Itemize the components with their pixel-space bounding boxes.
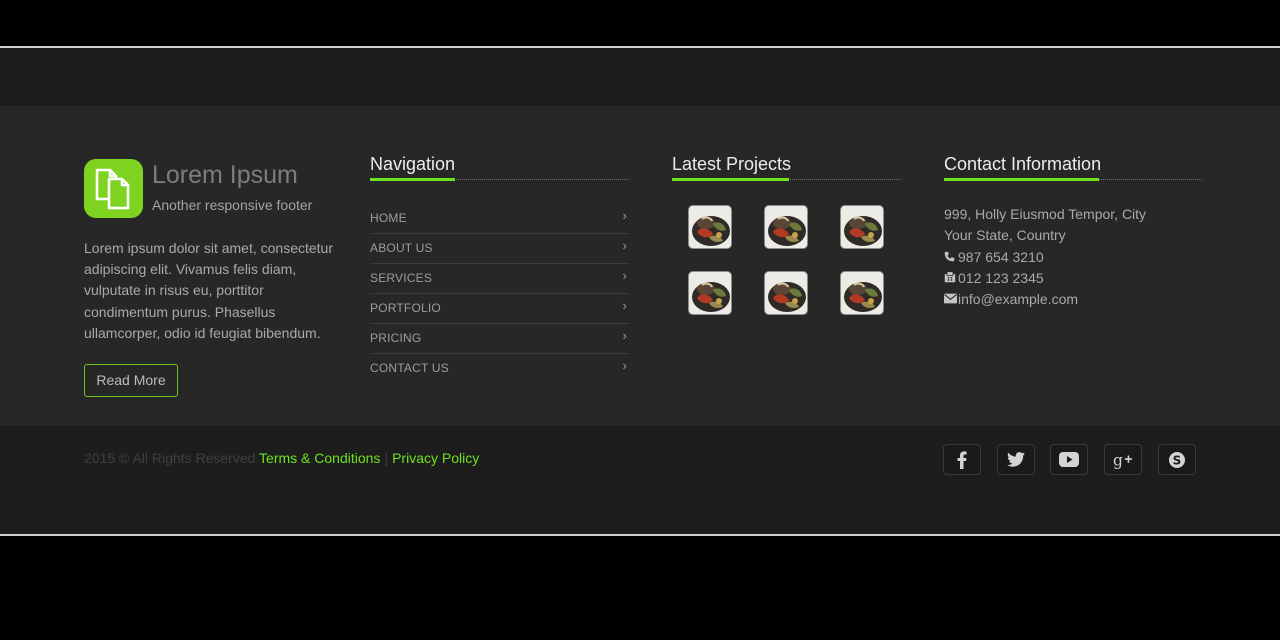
google-plus-icon: g	[1113, 451, 1133, 469]
link-separator: |	[384, 450, 389, 466]
nav-item-portfolio[interactable]: PORTFOLIO ›	[370, 294, 629, 324]
privacy-link[interactable]: Privacy Policy	[392, 450, 479, 466]
skype-button[interactable]: S	[1158, 444, 1196, 475]
chevron-right-icon: ›	[622, 238, 627, 253]
project-thumbnail[interactable]	[764, 271, 808, 315]
top-band	[0, 46, 1280, 108]
nav-item-label: HOME	[370, 211, 407, 225]
chevron-right-icon: ›	[622, 358, 627, 373]
email-line: info@example.com	[944, 289, 1204, 310]
chevron-right-icon: ›	[622, 328, 627, 343]
facebook-button[interactable]	[943, 444, 981, 475]
nav-item-label: PRICING	[370, 331, 422, 345]
nav-item-label: SERVICES	[370, 271, 433, 285]
address-line: 999, Holly Eiusmod Tempor, City	[944, 206, 1147, 222]
youtube-button[interactable]	[1050, 444, 1088, 475]
chevron-right-icon: ›	[622, 268, 627, 283]
files-icon	[84, 159, 143, 218]
heading-accent	[944, 178, 1099, 181]
brand-subtitle: Another responsive footer	[152, 197, 313, 213]
fax-line: 012 123 2345	[944, 268, 1204, 289]
read-more-button[interactable]: Read More	[84, 364, 178, 397]
heading-accent	[672, 178, 789, 181]
phone-number: 987 654 3210	[958, 248, 1044, 265]
brand-title: Lorem Ipsum	[152, 161, 298, 189]
footer-main: Lorem Ipsum Another responsive footer Lo…	[0, 106, 1280, 426]
nav-item-contact-us[interactable]: CONTACT US ›	[370, 354, 629, 383]
project-thumbnail[interactable]	[688, 205, 732, 249]
nav-list: HOME › ABOUT US › SERVICES › PORTFOLIO ›…	[370, 204, 629, 383]
project-thumbnail[interactable]	[840, 271, 884, 315]
nav-item-label: ABOUT US	[370, 241, 433, 255]
svg-text:S: S	[1173, 453, 1182, 467]
copyright: 2015 © All Rights Reserved Terms & Condi…	[84, 450, 479, 466]
chevron-right-icon: ›	[622, 208, 627, 223]
contact-info: 999, Holly Eiusmod Tempor, City Your Sta…	[944, 204, 1204, 310]
fax-icon	[944, 268, 958, 289]
footer-bottom: 2015 © All Rights Reserved Terms & Condi…	[0, 426, 1280, 536]
project-thumbnail[interactable]	[840, 205, 884, 249]
terms-link[interactable]: Terms & Conditions	[259, 450, 380, 466]
google-plus-button[interactable]: g	[1104, 444, 1142, 475]
nav-item-about-us[interactable]: ABOUT US ›	[370, 234, 629, 264]
address-line: Your State, Country	[944, 227, 1066, 244]
facebook-icon	[957, 450, 967, 469]
nav-item-home[interactable]: HOME ›	[370, 204, 629, 234]
twitter-icon	[1007, 452, 1025, 467]
project-thumbnail[interactable]	[688, 271, 732, 315]
svg-text:g: g	[1113, 451, 1123, 469]
youtube-icon	[1059, 452, 1079, 467]
phone-icon	[944, 247, 958, 268]
chevron-right-icon: ›	[622, 298, 627, 313]
twitter-button[interactable]	[997, 444, 1035, 475]
skype-icon: S	[1169, 451, 1185, 468]
about-text: Lorem ipsum dolor sit amet, consectetur …	[84, 240, 333, 341]
copyright-text: 2015 © All Rights Reserved	[84, 450, 256, 466]
nav-item-label: CONTACT US	[370, 361, 449, 375]
contact-heading: Contact Information	[944, 154, 1102, 174]
projects-heading: Latest Projects	[672, 154, 792, 174]
phone-line: 987 654 3210	[944, 247, 1204, 268]
navigation-heading: Navigation	[370, 154, 456, 174]
email-link[interactable]: info@example.com	[958, 291, 1078, 307]
nav-item-pricing[interactable]: PRICING ›	[370, 324, 629, 354]
heading-accent	[370, 178, 455, 181]
nav-item-label: PORTFOLIO	[370, 301, 441, 315]
nav-item-services[interactable]: SERVICES ›	[370, 264, 629, 294]
fax-number: 012 123 2345	[958, 269, 1044, 286]
envelope-icon	[944, 289, 958, 310]
project-thumbnail[interactable]	[764, 205, 808, 249]
